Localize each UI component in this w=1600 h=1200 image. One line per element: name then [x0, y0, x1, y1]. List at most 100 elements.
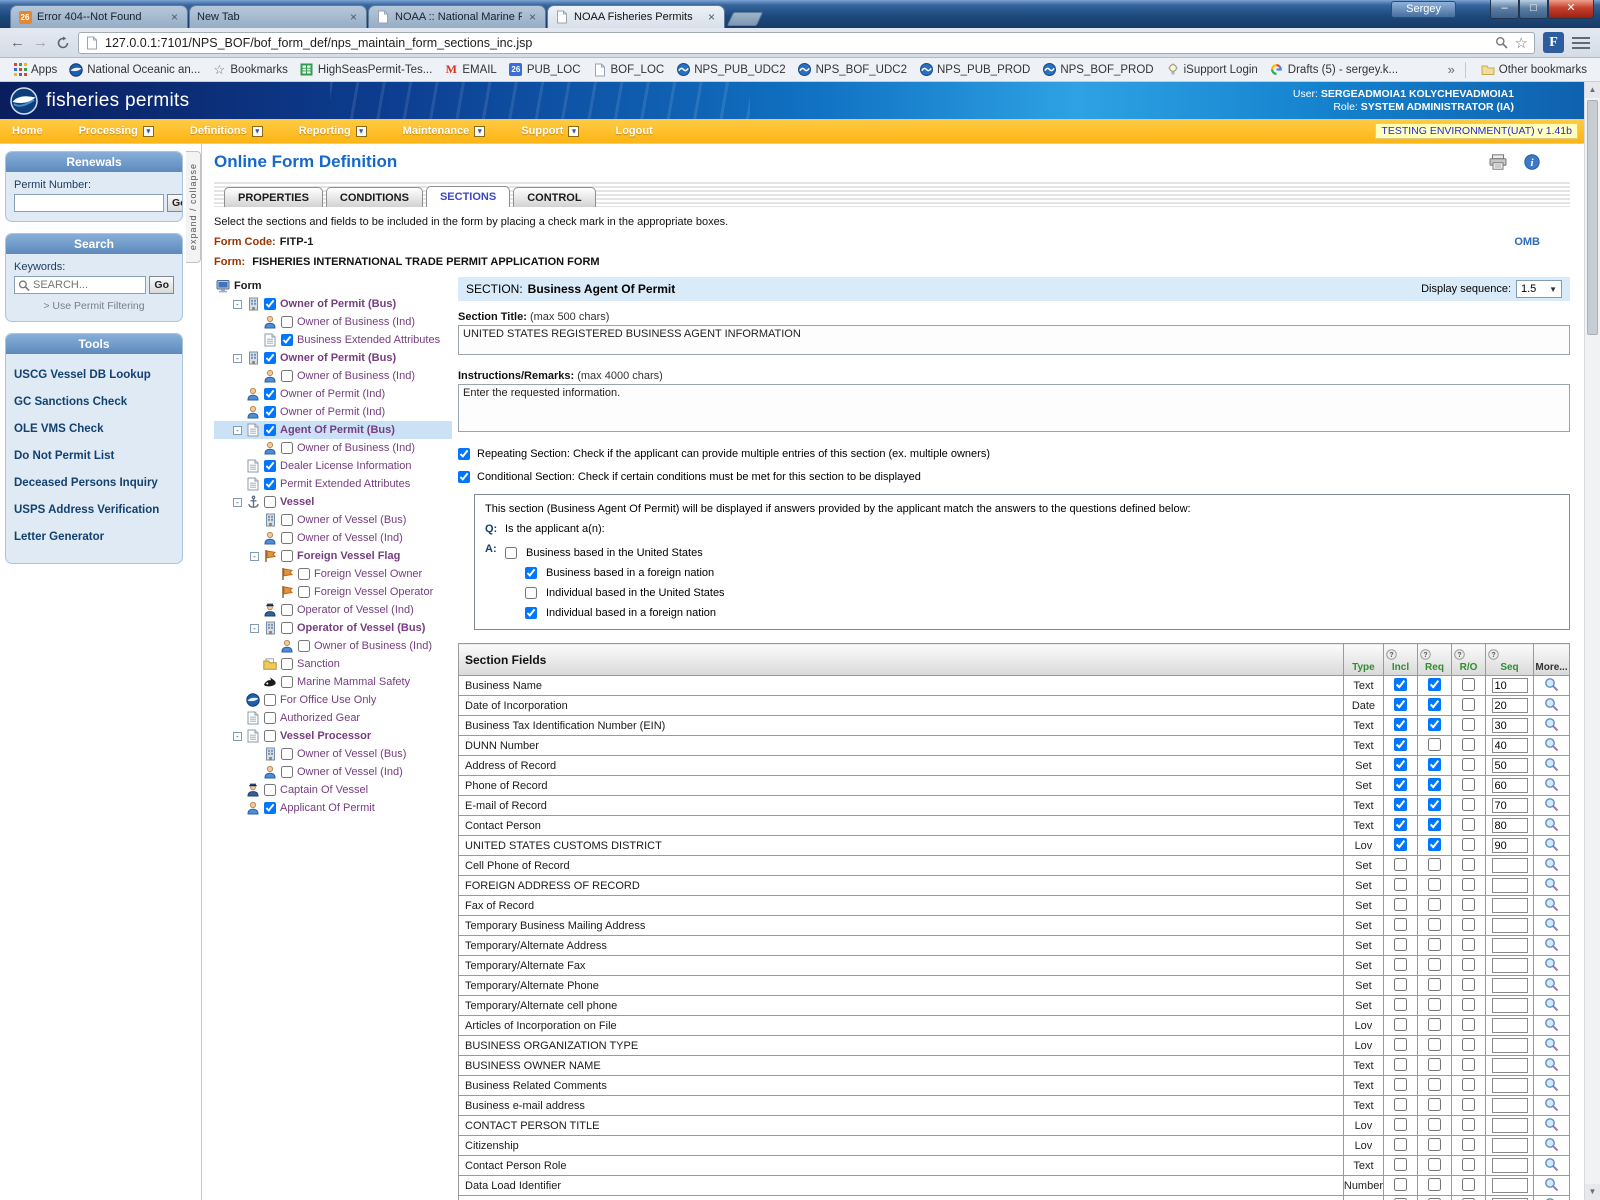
nav-item-processing[interactable]: Processing▾	[79, 125, 154, 137]
incl-checkbox[interactable]	[1394, 1138, 1407, 1151]
req-checkbox[interactable]	[1428, 718, 1441, 731]
tree-checkbox[interactable]	[264, 694, 276, 706]
tree-checkbox[interactable]	[264, 496, 276, 508]
print-icon[interactable]	[1488, 154, 1508, 170]
ro-checkbox[interactable]	[1462, 798, 1475, 811]
more-magnifier-icon[interactable]	[1544, 757, 1559, 772]
tree-checkbox[interactable]	[264, 388, 276, 400]
incl-checkbox[interactable]	[1394, 1018, 1407, 1031]
chevron-down-icon[interactable]: ▾	[474, 126, 485, 137]
tree-item-label[interactable]: Vessel Processor	[280, 730, 371, 742]
tree-checkbox[interactable]	[264, 802, 276, 814]
tree-item[interactable]: -Vessel Processor	[214, 727, 452, 745]
tree-item-label[interactable]: Foreign Vessel Owner	[314, 568, 422, 580]
tree-checkbox[interactable]	[281, 748, 293, 760]
ro-checkbox[interactable]	[1462, 878, 1475, 891]
tree-item[interactable]: For Office Use Only	[214, 691, 452, 709]
info-icon[interactable]: i	[1524, 154, 1540, 170]
tree-checkbox[interactable]	[298, 586, 310, 598]
req-checkbox[interactable]	[1428, 1078, 1441, 1091]
incl-checkbox[interactable]	[1394, 738, 1407, 751]
tree-item[interactable]: Authorized Gear	[214, 709, 452, 727]
tree-item[interactable]: -Foreign Vessel Flag	[214, 547, 452, 565]
incl-checkbox[interactable]	[1394, 918, 1407, 931]
nav-item-definitions[interactable]: Definitions▾	[190, 125, 263, 137]
seq-input[interactable]	[1492, 798, 1528, 813]
seq-input[interactable]	[1492, 1138, 1528, 1153]
forward-icon[interactable]: →	[33, 34, 48, 51]
tree-item[interactable]: Owner of Vessel (Ind)	[214, 763, 452, 781]
ro-checkbox[interactable]	[1462, 758, 1475, 771]
incl-checkbox[interactable]	[1394, 758, 1407, 771]
collapse-toggle-icon[interactable]: -	[250, 624, 259, 633]
ro-checkbox[interactable]	[1462, 718, 1475, 731]
seq-input[interactable]	[1492, 738, 1528, 753]
req-checkbox[interactable]	[1428, 1038, 1441, 1051]
tree-item-label[interactable]: For Office Use Only	[280, 694, 376, 706]
tree-checkbox[interactable]	[281, 622, 293, 634]
ro-checkbox[interactable]	[1462, 1098, 1475, 1111]
tree-item-label[interactable]: Dealer License Information	[280, 460, 411, 472]
tree-item-label[interactable]: Owner of Permit (Bus)	[280, 298, 396, 310]
bookmark-star-icon[interactable]: ☆	[1515, 34, 1528, 52]
more-magnifier-icon[interactable]	[1544, 897, 1559, 912]
display-sequence-select[interactable]: 1.5▼	[1516, 280, 1562, 298]
tree-checkbox[interactable]	[281, 676, 293, 688]
incl-checkbox[interactable]	[1394, 858, 1407, 871]
tree-checkbox[interactable]	[264, 460, 276, 472]
new-tab-button[interactable]	[727, 12, 764, 26]
renewals-go-button[interactable]: Go	[167, 194, 183, 212]
req-checkbox[interactable]	[1428, 858, 1441, 871]
bookmark-item[interactable]: BOF_LOC	[588, 61, 670, 79]
section-title-input[interactable]: UNITED STATES REGISTERED BUSINESS AGENT …	[458, 325, 1570, 355]
page-scrollbar[interactable]: ▲ ▼	[1584, 82, 1600, 1200]
nav-item-logout[interactable]: Logout	[615, 125, 652, 137]
url-text[interactable]: 127.0.0.1:7101/NPS_BOF/bof_form_def/nps_…	[105, 36, 1489, 50]
ro-checkbox[interactable]	[1462, 998, 1475, 1011]
req-checkbox[interactable]	[1428, 818, 1441, 831]
ro-checkbox[interactable]	[1462, 1078, 1475, 1091]
nav-item-maintenance[interactable]: Maintenance▾	[403, 125, 486, 137]
tool-link[interactable]: OLE VMS Check	[14, 423, 103, 435]
seq-input[interactable]	[1492, 1098, 1528, 1113]
req-checkbox[interactable]	[1428, 758, 1441, 771]
tree-checkbox[interactable]	[281, 658, 293, 670]
tab-control[interactable]: CONTROL	[513, 187, 595, 207]
bookmarks-overflow-icon[interactable]: »	[1448, 62, 1455, 77]
ro-checkbox[interactable]	[1462, 778, 1475, 791]
tree-checkbox[interactable]	[281, 334, 293, 346]
tree-checkbox[interactable]	[264, 478, 276, 490]
search-go-button[interactable]: Go	[149, 276, 174, 294]
req-checkbox[interactable]	[1428, 1118, 1441, 1131]
tree-item-label[interactable]: Business Extended Attributes	[297, 334, 440, 346]
ro-checkbox[interactable]	[1462, 858, 1475, 871]
ro-checkbox[interactable]	[1462, 958, 1475, 971]
seq-input[interactable]	[1492, 678, 1528, 693]
tab-properties[interactable]: PROPERTIES	[224, 187, 323, 207]
incl-checkbox[interactable]	[1394, 778, 1407, 791]
tree-item-label[interactable]: Permit Extended Attributes	[280, 478, 410, 490]
more-magnifier-icon[interactable]	[1544, 917, 1559, 932]
answer-checkbox[interactable]	[525, 607, 537, 619]
browser-tab[interactable]: New Tab×	[189, 5, 367, 28]
collapse-toggle-icon[interactable]: -	[250, 552, 259, 561]
tree-checkbox[interactable]	[298, 568, 310, 580]
tree-item[interactable]: Owner of Business (Ind)	[214, 313, 452, 331]
req-checkbox[interactable]	[1428, 998, 1441, 1011]
req-checkbox[interactable]	[1428, 1058, 1441, 1071]
seq-input[interactable]	[1492, 1118, 1528, 1133]
tool-link[interactable]: Letter Generator	[14, 531, 104, 543]
ro-checkbox[interactable]	[1462, 938, 1475, 951]
tree-item-label[interactable]: Authorized Gear	[280, 712, 360, 724]
tree-item-label[interactable]: Foreign Vessel Operator	[314, 586, 433, 598]
more-magnifier-icon[interactable]	[1544, 1197, 1559, 1200]
req-checkbox[interactable]	[1428, 838, 1441, 851]
tree-item-label[interactable]: Owner of Vessel (Ind)	[297, 532, 403, 544]
incl-checkbox[interactable]	[1394, 938, 1407, 951]
bookmark-item[interactable]: 26PUB_LOC	[504, 61, 586, 79]
tree-item[interactable]: -Agent Of Permit (Bus)	[214, 421, 452, 439]
tree-item-label[interactable]: Marine Mammal Safety	[297, 676, 410, 688]
seq-input[interactable]	[1492, 1018, 1528, 1033]
tree-item[interactable]: Business Extended Attributes	[214, 331, 452, 349]
more-magnifier-icon[interactable]	[1544, 737, 1559, 752]
